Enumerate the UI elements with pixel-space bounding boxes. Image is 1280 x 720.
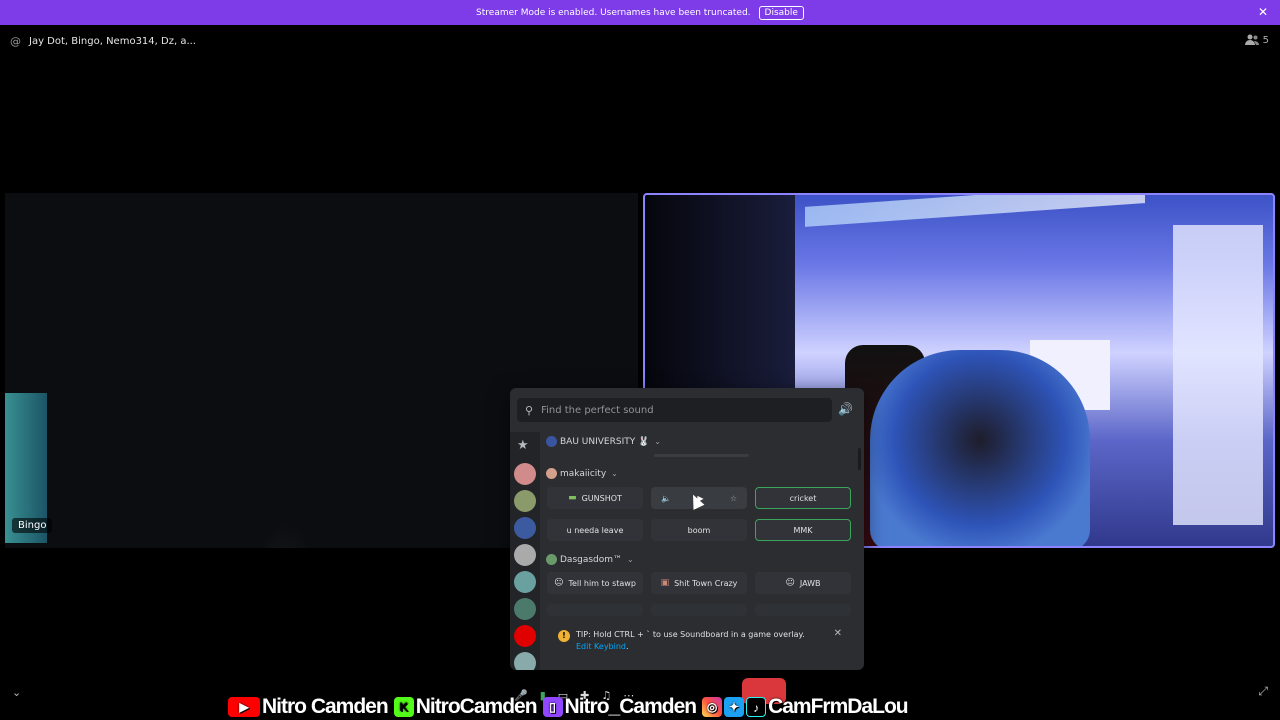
section-header[interactable]: makaiicity ⌄	[546, 468, 618, 479]
sound-label: Tell him to stawp	[568, 578, 636, 588]
divider	[654, 454, 749, 457]
streamer-mode-banner: Streamer Mode is enabled. Usernames have…	[0, 0, 1280, 25]
avatar	[546, 436, 557, 447]
section-header[interactable]: BAU UNIVERSITY 🐰 ⌄	[546, 436, 661, 447]
star-icon[interactable]: ★	[517, 438, 529, 453]
avatar	[546, 468, 557, 479]
volume-icon[interactable]: 🔈	[661, 494, 671, 503]
banner-text: Streamer Mode is enabled. Usernames have…	[476, 7, 751, 18]
twitch-icon: ▯	[542, 697, 563, 717]
call-controls: ⌄ 🎤 ▮ ▭ ✚ ♫ ⋯ ⤢ ▶ Nitro Camden K NitroCa…	[0, 678, 1280, 720]
tip-text: TIP: Hold CTRL + ` to use Soundboard in …	[576, 624, 816, 653]
sound-label: cricket	[789, 493, 817, 503]
server-icon[interactable]	[514, 490, 536, 512]
sound-button[interactable]: boom	[651, 519, 747, 541]
edit-keybind-link[interactable]: Edit	[576, 642, 592, 651]
at-icon: @	[10, 34, 21, 48]
sound-button[interactable]	[755, 604, 851, 616]
member-list-button[interactable]: 5	[1244, 34, 1269, 46]
sound-label: JAWB	[799, 578, 821, 588]
stream-overlay-socials: ▶ Nitro Camden K NitroCamden ▯ Nitro_Cam…	[228, 694, 909, 720]
server-icon[interactable]	[514, 598, 536, 620]
sound-label: GUNSHOT	[581, 493, 622, 503]
soundboard-rail: ★	[510, 432, 540, 670]
search-input[interactable]: ⚲ Find the perfect sound	[517, 398, 832, 422]
fullscreen-icon[interactable]: ⤢	[1258, 684, 1268, 699]
chevron-down-icon: ⌄	[611, 469, 618, 478]
video-content	[250, 523, 320, 548]
soundboard-popup: ⚲ Find the perfect sound 🔊 ★ BAU UNIVERS…	[510, 388, 864, 670]
sound-button[interactable]: ▣ Shit Town Crazy	[651, 572, 747, 594]
sound-button[interactable]	[547, 604, 643, 616]
sound-button[interactable]: 😐 Tell him to stawp	[547, 572, 643, 594]
close-icon[interactable]: ✕	[1258, 5, 1268, 19]
server-icon[interactable]	[514, 571, 536, 593]
video-content	[1173, 225, 1263, 525]
sound-button[interactable]: cricket	[755, 487, 851, 509]
sound-label: u needa leave	[566, 525, 624, 535]
sound-button[interactable]: ▬ GUNSHOT	[547, 487, 643, 509]
sound-label: Shit Town Crazy	[674, 578, 738, 588]
close-icon[interactable]: ✕	[834, 628, 842, 639]
avatar	[546, 554, 557, 565]
section-header[interactable]: Dasgasdom™ ⌄	[546, 554, 634, 565]
video-content	[805, 195, 1145, 227]
twitch-handle: Nitro_Camden	[564, 695, 698, 718]
youtube-handle: Nitro Camden	[262, 695, 389, 718]
gun-icon: ▬	[568, 493, 577, 503]
section-name: BAU UNIVERSITY 🐰	[560, 436, 650, 447]
star-icon[interactable]: ☆	[730, 494, 737, 503]
section-name: Dasgasdom™	[560, 554, 623, 565]
search-placeholder: Find the perfect sound	[541, 404, 654, 416]
server-icon[interactable]	[514, 652, 536, 670]
emoji-icon: 😐	[785, 578, 795, 588]
edit-keybind-link[interactable]: Keybind	[594, 642, 626, 651]
sound-button[interactable]: u needa leave	[547, 519, 643, 541]
participant-name-tag: Bingo	[12, 518, 53, 533]
section-name: makaiicity	[560, 468, 607, 479]
chevron-down-icon: ⌄	[654, 437, 661, 446]
sound-button[interactable]: 😐 JAWB	[755, 572, 851, 594]
social-handle: CamFrmDaLou	[768, 695, 909, 718]
call-title[interactable]: Jay Dot, Bingo, Nemo314, Dz, a...	[29, 36, 196, 47]
chevron-down-icon: ⌄	[627, 555, 634, 564]
sound-button[interactable]	[651, 604, 747, 616]
twitter-icon: ✦	[724, 697, 745, 717]
sound-label: boom	[687, 525, 711, 535]
sound-label: MMK	[793, 525, 813, 535]
server-icon[interactable]	[514, 517, 536, 539]
instagram-icon: ◎	[702, 697, 723, 717]
emoji-icon: 😐	[554, 578, 564, 588]
tiktok-icon: ♪	[746, 697, 767, 717]
youtube-icon: ▶	[228, 697, 260, 717]
image-icon: ▣	[660, 578, 670, 588]
sound-button[interactable]: MMK	[755, 519, 851, 541]
scrollbar[interactable]	[858, 448, 861, 470]
server-icon[interactable]	[514, 625, 536, 647]
people-icon	[1244, 34, 1259, 45]
tip-punctuation: .	[626, 642, 629, 651]
kick-handle: NitroCamden	[415, 695, 538, 718]
member-count: 5	[1262, 34, 1269, 46]
kick-icon: K	[393, 697, 414, 717]
volume-icon[interactable]: 🔊	[838, 402, 853, 416]
video-content	[870, 350, 1090, 546]
tip-bar: ! TIP: Hold CTRL + ` to use Soundboard i…	[546, 624, 856, 660]
server-icon[interactable]	[514, 544, 536, 566]
disable-button[interactable]: Disable	[758, 5, 804, 20]
chevron-down-icon[interactable]: ⌄	[12, 686, 21, 699]
search-icon: ⚲	[525, 403, 534, 417]
warning-icon: !	[558, 630, 570, 642]
tip-message: TIP: Hold CTRL + ` to use Soundboard in …	[576, 630, 805, 639]
call-header: @ Jay Dot, Bingo, Nemo314, Dz, a...	[10, 32, 196, 50]
server-icon[interactable]	[514, 463, 536, 485]
